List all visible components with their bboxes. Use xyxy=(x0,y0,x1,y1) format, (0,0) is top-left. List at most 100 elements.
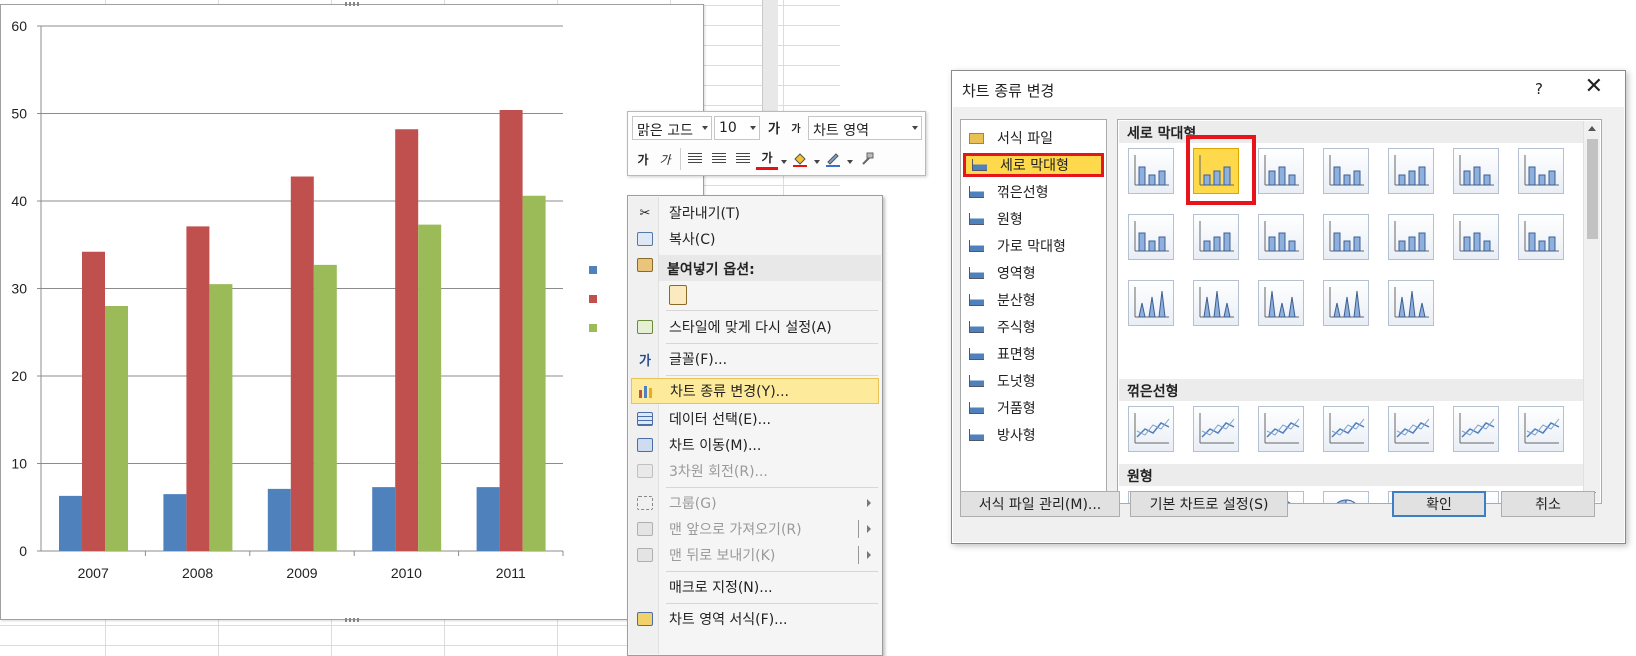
sheet-scrollbar[interactable] xyxy=(762,0,778,120)
cut-menu-item[interactable]: ✂ 잘라내기(T) xyxy=(631,200,879,226)
align-left-button[interactable] xyxy=(684,148,706,170)
chart-subtype-thumbnail[interactable] xyxy=(1128,148,1174,194)
chart-subtype-thumbnail[interactable] xyxy=(1193,406,1239,452)
chart-type-label: 분산형 xyxy=(997,293,1036,309)
paste-icon xyxy=(664,282,692,308)
scroll-up-icon[interactable] xyxy=(1588,126,1596,131)
y-tick-label: 20 xyxy=(11,368,27,384)
bar xyxy=(522,195,546,551)
bar xyxy=(186,226,210,551)
move-chart-menu-item[interactable]: 차트 이동(M)... xyxy=(631,432,879,458)
chart-subtype-thumbnail[interactable] xyxy=(1128,406,1174,452)
chart-subtype-thumbnail[interactable] xyxy=(1518,406,1564,452)
cancel-button[interactable]: 취소 xyxy=(1501,491,1595,517)
chart-subtype-thumbnail[interactable] xyxy=(1323,406,1369,452)
chart-subtype-thumbnail[interactable] xyxy=(1388,406,1434,452)
bring-to-front-menu-item[interactable]: 맨 앞으로 가져오기(R) xyxy=(631,516,879,542)
chart-element-select[interactable]: 차트 영역 xyxy=(808,116,922,140)
change-chart-type-menu-item[interactable]: 차트 종류 변경(Y)... xyxy=(631,378,879,404)
scrollbar-thumb[interactable] xyxy=(1587,139,1598,239)
font-name-select[interactable]: 맑은 고드 xyxy=(632,116,712,140)
copy-icon xyxy=(631,226,659,252)
font-color-button[interactable]: 가 xyxy=(756,148,778,170)
assign-macro-menu-item[interactable]: 매크로 지정(N)... xyxy=(631,574,879,600)
align-right-button[interactable] xyxy=(732,148,754,170)
chart-subtype-thumbnail[interactable] xyxy=(1388,280,1434,326)
col-chart-icon xyxy=(1394,155,1429,186)
chart-type-item[interactable]: 세로 막대형 xyxy=(963,153,1104,177)
close-button[interactable]: ✕ xyxy=(1585,76,1603,98)
format-painter-icon xyxy=(862,152,874,165)
chart-subtype-thumbnail[interactable] xyxy=(1258,214,1304,260)
chart-subtype-thumbnail[interactable] xyxy=(1323,148,1369,194)
chart-type-item[interactable]: 분산형 xyxy=(963,288,1104,312)
bold-button[interactable]: 가 xyxy=(632,148,654,170)
fill-color-button[interactable] xyxy=(789,148,811,170)
format-chart-area-menu-item[interactable]: 차트 영역 서식(F)... xyxy=(631,606,879,632)
chart-type-item[interactable]: 가로 막대형 xyxy=(963,234,1104,258)
chart-type-item[interactable]: 방사형 xyxy=(963,423,1104,447)
manage-templates-button[interactable]: 서식 파일 관리(M)... xyxy=(960,491,1120,517)
chart-area[interactable]: 0 10 20 30 40 50 60 2007 2008 2009 2010 2011 xyxy=(0,2,704,622)
chart-subtype-thumbnail[interactable] xyxy=(1193,214,1239,260)
outline-color-button[interactable] xyxy=(822,148,844,170)
paste-button[interactable] xyxy=(664,282,694,308)
align-center-button[interactable] xyxy=(708,148,730,170)
chart-subtype-thumbnail[interactable] xyxy=(1323,214,1369,260)
chart-type-item[interactable]: 꺾은선형 xyxy=(963,180,1104,204)
chart-subtype-thumbnail[interactable] xyxy=(1258,280,1304,326)
shrink-font-button[interactable]: 가 xyxy=(785,116,807,138)
chart-subtype-thumbnail[interactable] xyxy=(1388,148,1434,194)
chart-subtype-thumbnail[interactable] xyxy=(1388,214,1434,260)
y-tick-label: 40 xyxy=(11,193,27,209)
set-default-chart-button[interactable]: 기본 차트로 설정(S) xyxy=(1130,491,1288,517)
chart-subtype-thumbnail[interactable] xyxy=(1453,148,1499,194)
chart-subtype-thumbnail[interactable] xyxy=(1128,214,1174,260)
chart-type-label: 꺾은선형 xyxy=(997,185,1049,201)
reset-style-menu-item[interactable]: 스타일에 맞게 다시 설정(A) xyxy=(631,314,879,340)
chart-subtype-thumbnail[interactable] xyxy=(1323,491,1369,503)
chart-subtype-thumbnail[interactable] xyxy=(1193,280,1239,326)
chart-subtype-thumbnail[interactable] xyxy=(1518,148,1564,194)
chart-type-item[interactable]: 서식 파일 xyxy=(963,126,1104,150)
cone-chart-icon xyxy=(1264,287,1299,318)
chart-subtype-thumbnail[interactable] xyxy=(1128,280,1174,326)
chart-subtype-thumbnail[interactable] xyxy=(1518,214,1564,260)
grow-font-button[interactable]: 가 xyxy=(763,116,785,138)
chart-type-item[interactable]: 도넛형 xyxy=(963,369,1104,393)
chart-type-item[interactable]: 원형 xyxy=(963,207,1104,231)
chart-subtype-thumbnail[interactable] xyxy=(1323,280,1369,326)
chart-type-item[interactable]: 거품형 xyxy=(963,396,1104,420)
chart-type-item[interactable]: 영역형 xyxy=(963,261,1104,285)
chart-type-item[interactable]: 주식형 xyxy=(963,315,1104,339)
chart-type-label: 방사형 xyxy=(997,428,1036,444)
ok-button[interactable]: 확인 xyxy=(1392,491,1486,517)
bar xyxy=(163,494,187,551)
font-menu-item[interactable]: 가 글꼴(F)... xyxy=(631,346,879,372)
chart-subtype-thumbnail[interactable] xyxy=(1453,214,1499,260)
chart-type-list: 서식 파일세로 막대형꺾은선형원형가로 막대형영역형분산형주식형표면형도넛형거품… xyxy=(960,119,1107,504)
chart-type-item[interactable]: 표면형 xyxy=(963,342,1104,366)
line-chart-icon xyxy=(1394,413,1430,444)
copy-menu-item[interactable]: 복사(C) xyxy=(631,226,879,252)
chart-subtype-thumbnail[interactable] xyxy=(1453,406,1499,452)
chart-subtype-thumbnail[interactable] xyxy=(1258,148,1304,194)
group-menu-item[interactable]: 그룹(G) xyxy=(631,490,879,516)
rotation-3d-menu-item[interactable]: 3차원 회전(R)... xyxy=(631,458,879,484)
bar xyxy=(476,487,500,551)
italic-button[interactable]: 가 xyxy=(654,148,676,170)
font-size-value: 10 xyxy=(719,120,737,136)
cone-chart-icon xyxy=(1134,287,1169,318)
gallery-scrollbar[interactable] xyxy=(1583,121,1600,502)
chart-subtype-thumbnail[interactable] xyxy=(1258,406,1304,452)
bar xyxy=(267,488,291,551)
help-button[interactable]: ? xyxy=(1535,80,1543,98)
cyl-chart-icon xyxy=(1199,221,1234,252)
send-to-back-menu-item[interactable]: 맨 뒤로 보내기(K) xyxy=(631,542,879,568)
chart-type-label: 원형 xyxy=(997,212,1023,228)
cyl-chart-icon xyxy=(1524,221,1559,252)
format-painter-button[interactable] xyxy=(856,148,878,170)
font-size-select[interactable]: 10 xyxy=(714,116,760,140)
select-data-menu-item[interactable]: 데이터 선택(E)... xyxy=(631,406,879,432)
bar xyxy=(59,495,82,551)
